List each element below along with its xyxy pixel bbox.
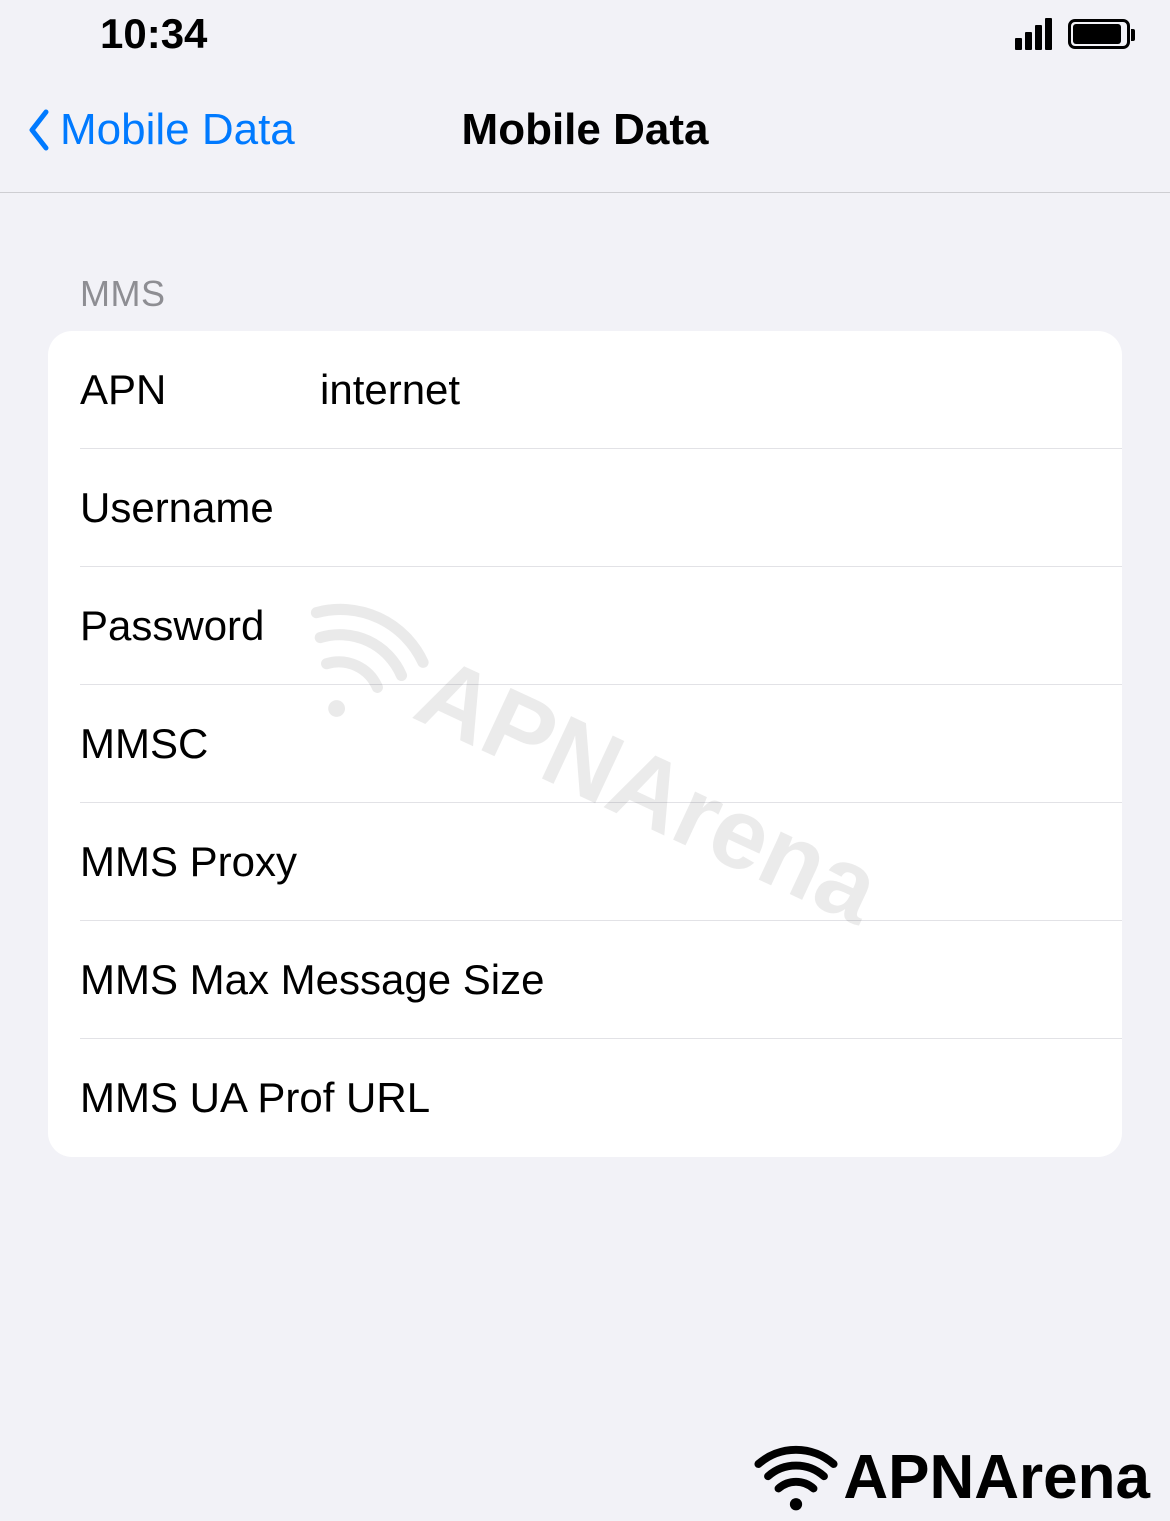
username-row[interactable]: Username [48,449,1122,567]
chevron-left-icon [24,108,52,152]
footer-logo: APNArena [751,1442,1150,1513]
apn-row[interactable]: APN [48,331,1122,449]
signal-icon [1015,18,1052,50]
username-input[interactable] [320,484,1090,532]
mmsc-label: MMSC [80,720,320,768]
mmsc-row[interactable]: MMSC [48,685,1122,803]
mms-max-size-label: MMS Max Message Size [80,956,544,1004]
back-label: Mobile Data [60,105,295,155]
section-header-mms: MMS [48,273,1122,331]
username-label: Username [80,484,320,532]
mms-ua-prof-url-row[interactable]: MMS UA Prof URL [48,1039,1122,1157]
mms-proxy-input[interactable] [317,838,1090,886]
mms-proxy-row[interactable]: MMS Proxy [48,803,1122,921]
password-label: Password [80,602,320,650]
navigation-bar: Mobile Data Mobile Data [0,68,1170,193]
wifi-icon [751,1443,841,1513]
mms-ua-prof-url-label: MMS UA Prof URL [80,1074,430,1122]
mms-proxy-label: MMS Proxy [80,838,297,886]
back-button[interactable]: Mobile Data [0,105,295,155]
status-indicators [1015,18,1130,50]
apn-label: APN [80,366,320,414]
status-bar: 10:34 [0,0,1170,68]
content-area: MMS APN Username Password MMSC MMS Proxy… [0,193,1170,1157]
page-title: Mobile Data [462,105,709,155]
status-time: 10:34 [40,10,207,58]
password-row[interactable]: Password [48,567,1122,685]
apn-input[interactable] [320,366,1090,414]
password-input[interactable] [320,602,1090,650]
footer-logo-text: APNArena [843,1442,1150,1513]
mmsc-input[interactable] [320,720,1090,768]
mms-max-size-row[interactable]: MMS Max Message Size [48,921,1122,1039]
battery-icon [1068,19,1130,49]
mms-settings-group: APN Username Password MMSC MMS Proxy MMS… [48,331,1122,1157]
